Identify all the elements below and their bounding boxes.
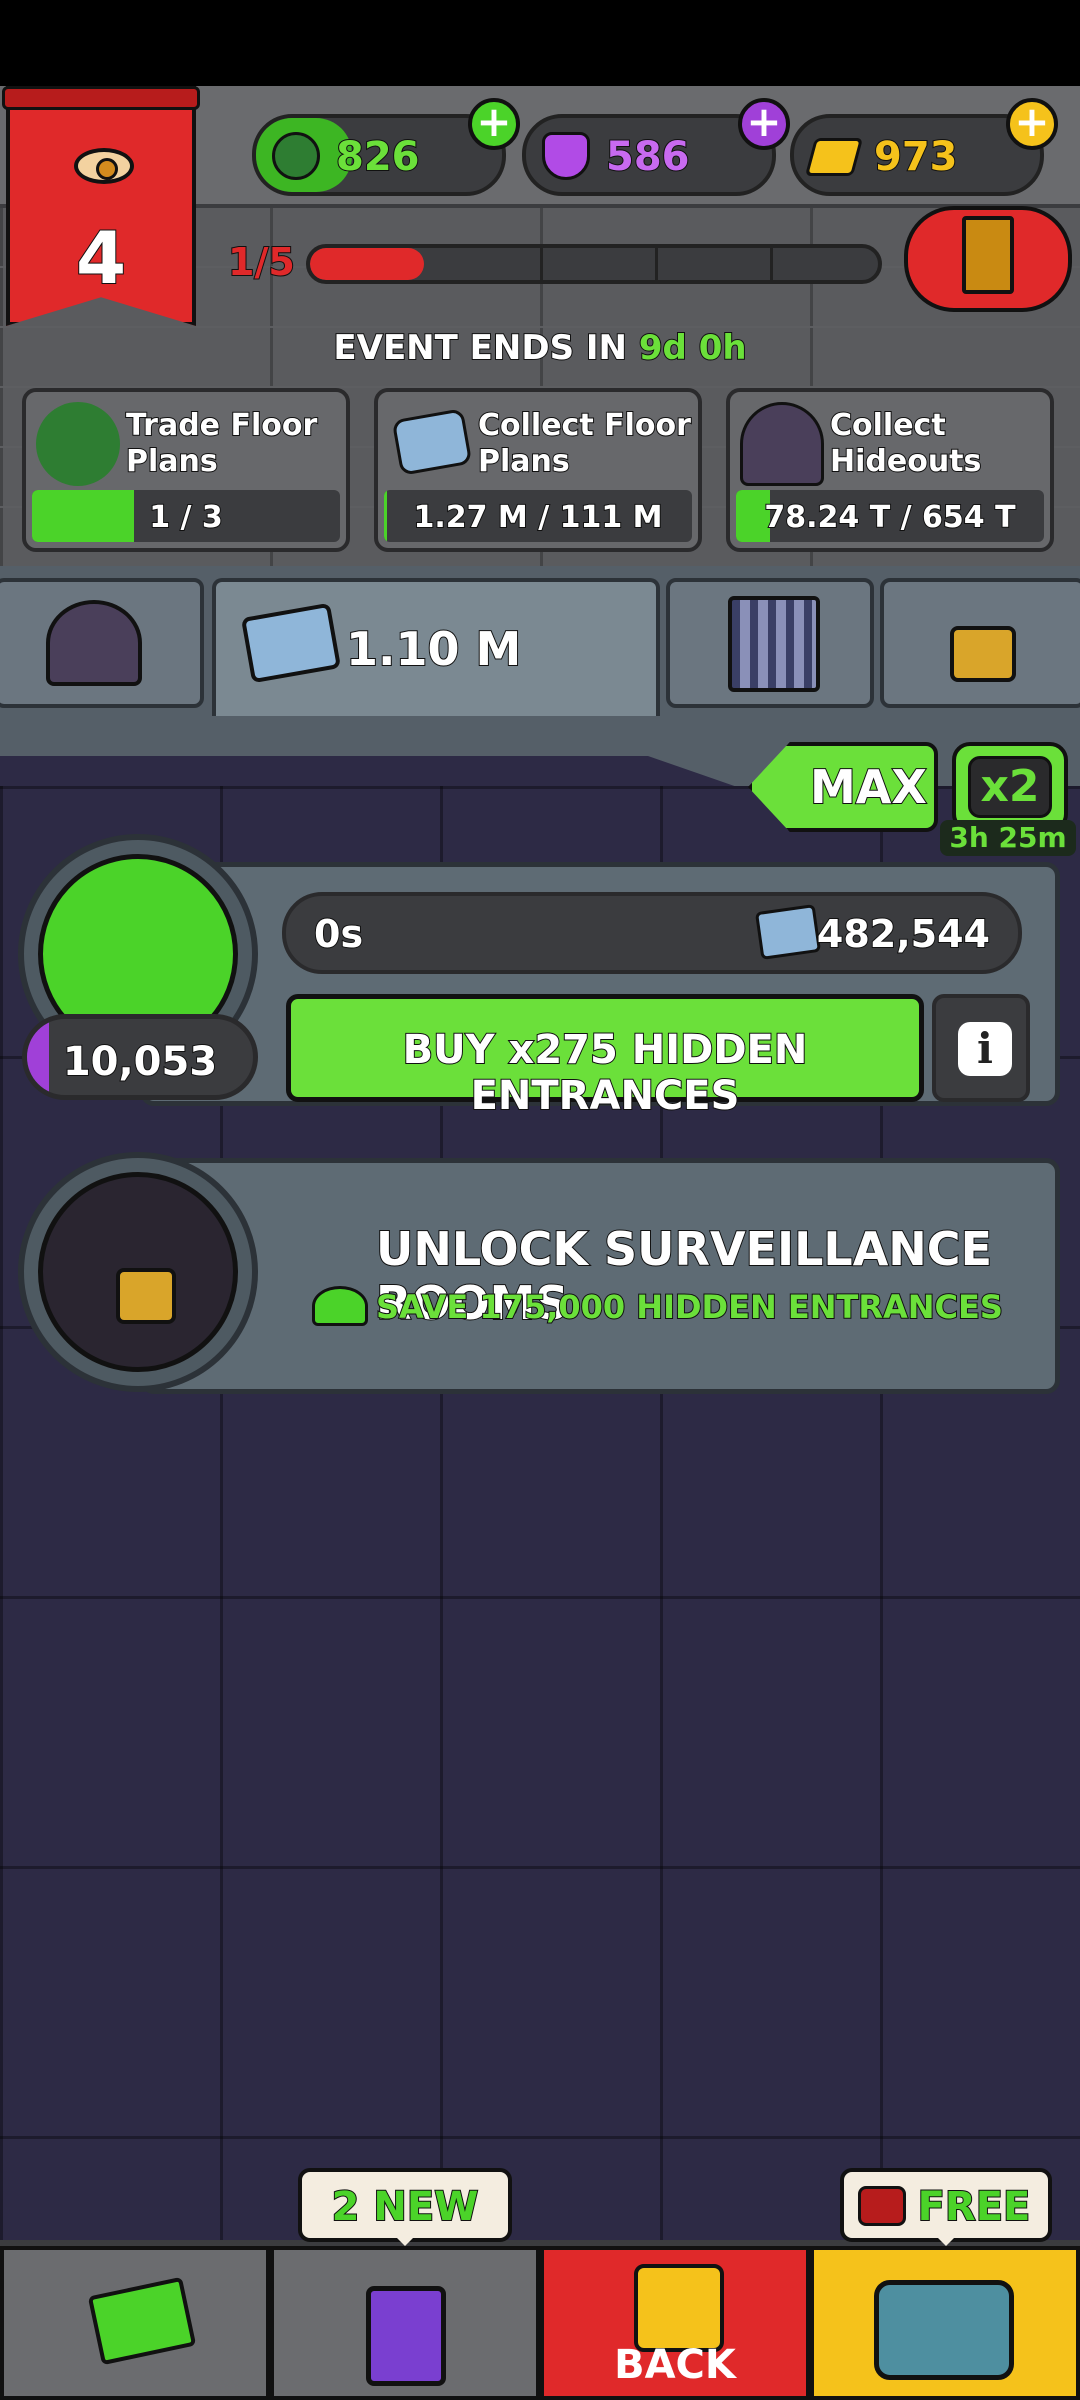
buy-hidden-entrances-button[interactable]: BUY x275 HIDDEN ENTRANCES (286, 994, 924, 1120)
level-progress-label: 1/5 (227, 239, 296, 285)
mission-trade-floor-plans[interactable]: Trade Floor Plans 1 / 3 (22, 388, 350, 552)
level-progress-fill (310, 248, 424, 280)
mission-progress-bar: 1.27 M / 111 M (384, 490, 692, 542)
card-icon (962, 216, 1014, 294)
add-potion-button[interactable]: + (738, 98, 790, 150)
gold-bar-icon (804, 138, 864, 176)
mission-progress-text: 1 / 3 (148, 499, 224, 536)
status-bar (0, 0, 1080, 86)
event-days: 9d (638, 327, 688, 369)
production-output: 482,544 (816, 911, 991, 957)
nav-chest-button[interactable] (810, 2246, 1080, 2400)
back-label: BACK (614, 2342, 736, 2388)
event-timer-prefix: EVENT ENDS IN (332, 327, 639, 369)
event-hours: 0h (698, 327, 748, 369)
mission-progress-bar: 1 / 3 (32, 490, 340, 542)
buy-button-label: BUY x275 HIDDEN ENTRANCES (402, 1026, 809, 1120)
goblin-head-icon (272, 132, 320, 180)
add-gold-button[interactable]: + (1006, 98, 1058, 150)
hideout-icon (740, 402, 824, 486)
cards-new-badge: 2 NEW (298, 2168, 512, 2246)
production-timer-bar: 0s 482,544 (282, 892, 1022, 974)
cards-icon (366, 2286, 446, 2386)
nav-back-button[interactable]: BACK (540, 2246, 810, 2400)
locked-avatar (18, 1152, 258, 1392)
red-chest-icon (858, 2186, 906, 2226)
unlock-requirement: SAVE 175,000 HIDDEN ENTRANCES (375, 1287, 1004, 1327)
info-icon: i (958, 1022, 1012, 1076)
mission-collect-floor-plans[interactable]: Collect Floor Plans 1.27 M / 111 M (374, 388, 702, 552)
padlock-icon (116, 1268, 176, 1324)
tab-locked[interactable] (880, 578, 1080, 708)
owned-count: 10,053 (22, 1014, 258, 1100)
event-timer: EVENT ENDS IN 9d 0h (0, 327, 1080, 369)
trophy-button[interactable] (904, 206, 1072, 312)
level-progress-bar (306, 244, 882, 284)
currency-gold-value: 973 (873, 133, 958, 181)
hidden-entrance-icon (312, 1286, 368, 1326)
mission-title: Trade Floor Plans (125, 407, 318, 480)
cage-icon (728, 596, 820, 692)
flag-icon (87, 2276, 197, 2366)
mission-progress-text: 1.27 M / 111 M (412, 499, 663, 536)
x2-boost-label: x2 (968, 756, 1052, 818)
currency-potion-value: 586 (605, 133, 690, 181)
chest-free-badge: FREE (840, 2168, 1052, 2246)
mission-title: Collect Floor Plans (477, 407, 692, 480)
currency-villains-value: 826 (335, 133, 420, 181)
owned-count-value: 10,053 (62, 1038, 218, 1086)
potion-icon (542, 132, 590, 180)
eye-icon (74, 148, 134, 184)
mission-progress-bar: 78.24 T / 654 T (736, 490, 1044, 542)
padlock-icon (950, 626, 1016, 682)
tab-floor-plans[interactable]: 1.10 M (212, 578, 660, 728)
fist-icon (634, 2264, 724, 2352)
blueprint-icon (240, 602, 342, 684)
info-button[interactable]: i (932, 994, 1030, 1102)
banner-rod (2, 86, 200, 110)
tab-hideouts[interactable] (0, 578, 204, 708)
add-villains-button[interactable]: + (468, 98, 520, 150)
floor-plans-count: 1.10 M (345, 621, 522, 677)
cards-badge-label: 2 NEW (331, 2183, 480, 2231)
nav-cards-button[interactable] (270, 2246, 540, 2400)
boost-timer: 3h 25m (940, 820, 1076, 856)
level-number: 4 (75, 215, 127, 301)
nav-flag-button[interactable] (0, 2246, 270, 2400)
x2-boost-button[interactable]: x2 (952, 742, 1068, 832)
tab-prison[interactable] (666, 578, 874, 708)
blueprint-icon (391, 408, 473, 476)
hideout-icon (46, 600, 142, 686)
mission-collect-hideouts[interactable]: Collect Hideouts 78.24 T / 654 T (726, 388, 1054, 552)
level-banner[interactable]: 4 (2, 86, 200, 326)
blueprint-icon (754, 904, 822, 960)
goblin-head-icon (36, 402, 120, 486)
mission-title: Collect Hideouts (829, 407, 982, 480)
treasure-chest-icon (874, 2280, 1014, 2380)
max-button-label: MAX (809, 759, 928, 815)
production-time: 0s (313, 911, 364, 957)
mission-progress-text: 78.24 T / 654 T (763, 499, 1016, 536)
chest-badge-label: FREE (917, 2183, 1032, 2231)
